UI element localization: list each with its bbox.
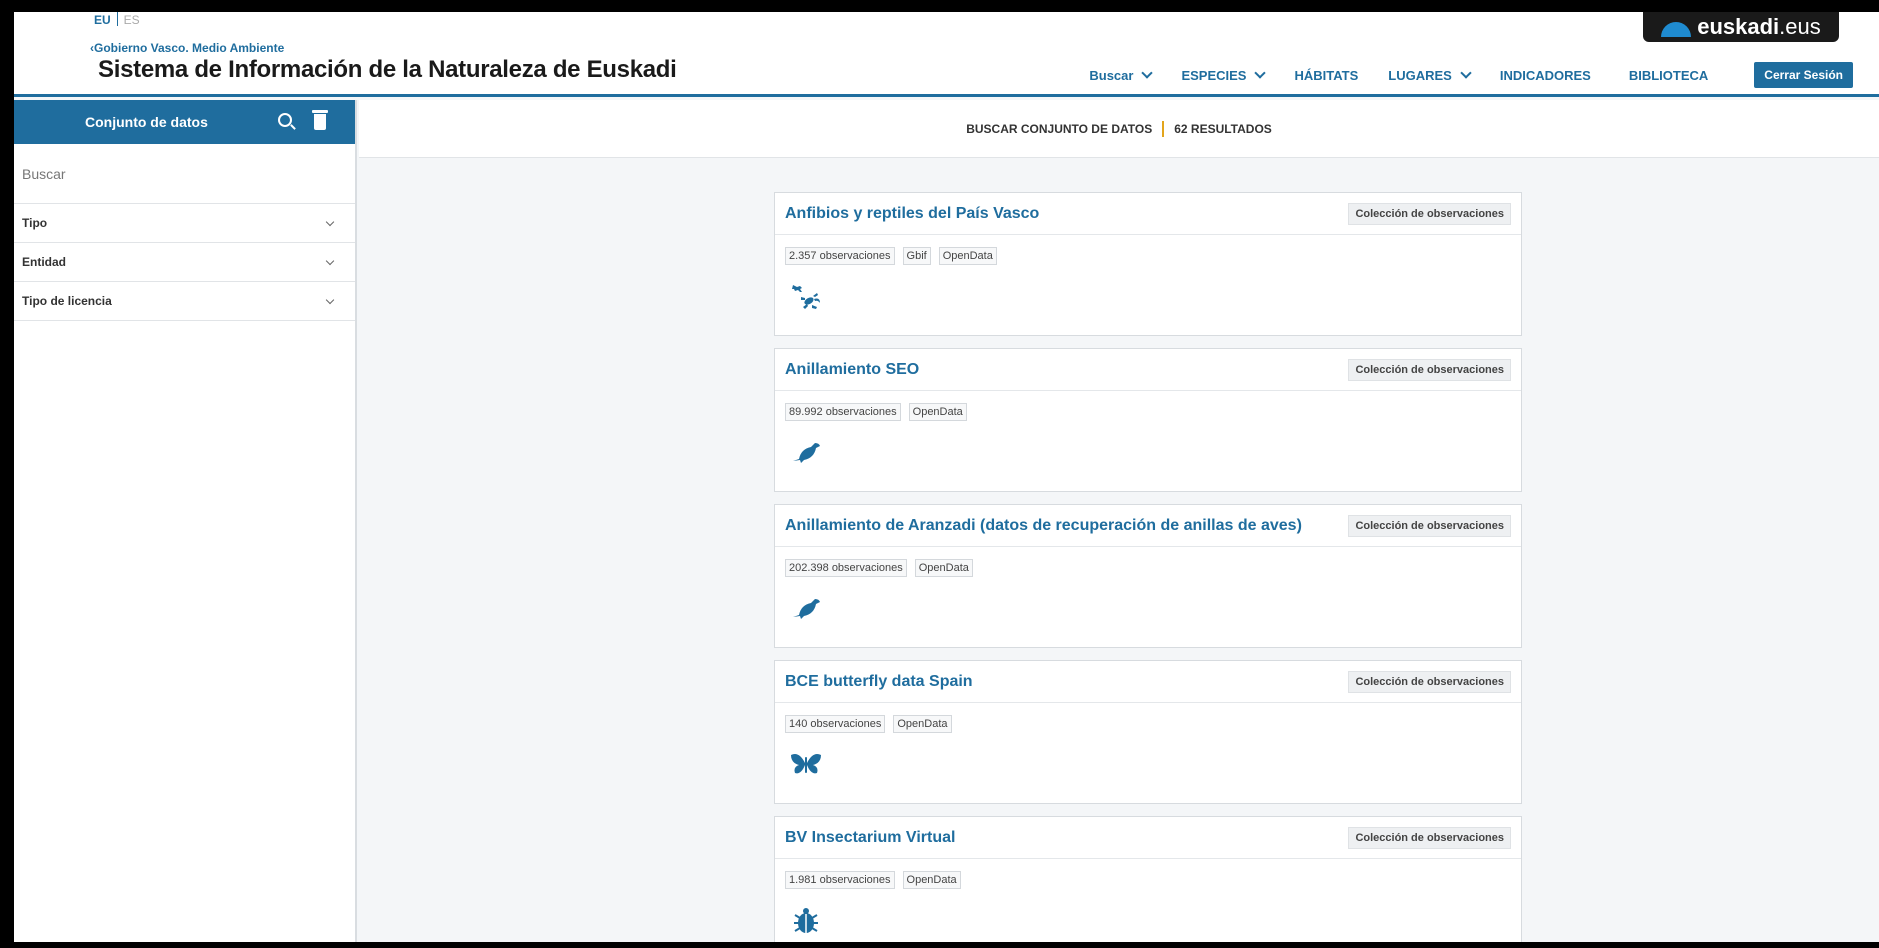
card-header: Anillamiento SEO Colección de observacio… xyxy=(775,349,1521,391)
dataset-card[interactable]: Anfibios y reptiles del País Vasco Colec… xyxy=(774,192,1522,336)
results-label: BUSCAR CONJUNTO DE DATOS xyxy=(966,121,1153,136)
dataset-list: Anfibios y reptiles del País Vasco Colec… xyxy=(774,192,1522,942)
dataset-type-badge: Colección de observaciones xyxy=(1348,358,1511,381)
dataset-card[interactable]: Anillamiento SEO Colección de observacio… xyxy=(774,348,1522,492)
logo-text: euskadi.eus xyxy=(1697,14,1821,39)
filter-tipo[interactable]: Tipo xyxy=(14,204,355,243)
tag-observations: 140 observaciones xyxy=(785,715,886,733)
logo-arc-icon xyxy=(1661,21,1692,37)
dataset-type-badge: Colección de observaciones xyxy=(1348,514,1511,537)
tag-license: OpenData xyxy=(914,559,973,577)
dataset-type-badge: Colección de observaciones xyxy=(1348,670,1511,693)
search-input[interactable] xyxy=(14,144,355,204)
site-title: Sistema de Información de la Naturaleza … xyxy=(98,56,677,83)
tag-license: OpenData xyxy=(908,403,967,421)
nav-biblioteca[interactable]: BIBLIOTECA xyxy=(1629,68,1708,83)
chevron-down-icon xyxy=(325,295,335,304)
card-header: BV Insectarium Virtual Colección de obse… xyxy=(775,817,1521,859)
chevron-down-icon xyxy=(1460,67,1472,79)
filter-sidebar: Conjunto de datos Tipo Entidad Tipo de l… xyxy=(14,100,357,942)
language-switcher: EU ES xyxy=(94,12,140,27)
chevron-down-icon xyxy=(1254,67,1267,79)
filter-label: Tipo xyxy=(22,216,48,230)
dataset-type-badge: Colección de observaciones xyxy=(1348,826,1511,849)
app-frame: EU ES ‹Gobierno Vasco. Medio Ambiente Sis… xyxy=(14,12,1879,942)
nav-habitats[interactable]: HÁBITATS xyxy=(1294,68,1358,83)
dataset-tags: 202.398 observaciones OpenData xyxy=(775,547,1521,577)
card-header: Anillamiento de Aranzadi (datos de recup… xyxy=(775,505,1521,547)
filter-tipo-licencia[interactable]: Tipo de licencia xyxy=(14,282,355,321)
tag-license: OpenData xyxy=(893,715,952,733)
tag-source: Gbif xyxy=(902,247,931,265)
chevron-down-icon xyxy=(325,256,335,265)
euskadi-logo[interactable]: euskadi.eus xyxy=(1643,12,1839,42)
dataset-tags: 89.992 observaciones OpenData xyxy=(775,391,1521,421)
back-link-label: Gobierno Vasco. Medio Ambiente xyxy=(94,41,285,55)
dataset-tags: 140 observaciones OpenData xyxy=(775,703,1521,733)
sidebar-title: Conjunto de datos xyxy=(85,114,208,130)
back-link[interactable]: ‹Gobierno Vasco. Medio Ambiente xyxy=(90,41,284,55)
lang-es-link[interactable]: ES xyxy=(124,13,140,27)
dataset-card[interactable]: BV Insectarium Virtual Colección de obse… xyxy=(774,816,1522,942)
results-summary: BUSCAR CONJUNTO DE DATOS 62 RESULTADOS xyxy=(359,100,1879,158)
filter-label: Entidad xyxy=(22,255,66,269)
search-icon[interactable] xyxy=(278,113,292,127)
trash-icon[interactable] xyxy=(312,110,328,130)
dataset-card[interactable]: Anillamiento de Aranzadi (datos de recup… xyxy=(774,504,1522,648)
bird-icon xyxy=(793,599,820,619)
tag-license: OpenData xyxy=(938,247,997,265)
dataset-title[interactable]: BCE butterfly data Spain xyxy=(785,673,973,691)
sidebar-header: Conjunto de datos xyxy=(14,100,355,144)
chevron-down-icon xyxy=(325,217,335,226)
chevron-down-icon xyxy=(1141,67,1154,79)
frog-lizard-icon xyxy=(792,285,820,309)
bird-icon xyxy=(793,443,820,463)
tag-license: OpenData xyxy=(902,871,961,889)
main-nav: Buscar ESPECIES HÁBITATS LUGARES INDICAD… xyxy=(1089,62,1853,88)
filter-entidad[interactable]: Entidad xyxy=(14,243,355,282)
dataset-title[interactable]: Anfibios y reptiles del País Vasco xyxy=(785,205,1039,223)
card-header: BCE butterfly data Spain Colección de ob… xyxy=(775,661,1521,703)
tag-observations: 1.981 observaciones xyxy=(785,871,895,889)
dataset-title[interactable]: BV Insectarium Virtual xyxy=(785,829,955,847)
lang-divider xyxy=(116,12,118,26)
tag-observations: 89.992 observaciones xyxy=(785,403,901,421)
dataset-card[interactable]: BCE butterfly data Spain Colección de ob… xyxy=(774,660,1522,804)
nav-buscar[interactable]: Buscar xyxy=(1089,67,1154,83)
results-count: 62 RESULTADOS xyxy=(1174,121,1272,136)
logout-button[interactable]: Cerrar Sesión xyxy=(1754,62,1853,88)
nav-indicadores[interactable]: INDICADORES xyxy=(1500,68,1591,83)
results-divider xyxy=(1162,120,1165,137)
card-header: Anfibios y reptiles del País Vasco Colec… xyxy=(775,193,1521,235)
nav-especies[interactable]: ESPECIES xyxy=(1181,67,1267,83)
dataset-title[interactable]: Anillamiento de Aranzadi (datos de recup… xyxy=(785,517,1302,535)
dataset-tags: 2.357 observaciones Gbif OpenData xyxy=(775,235,1521,265)
filter-label: Tipo de licencia xyxy=(22,294,112,308)
nav-lugares[interactable]: LUGARES xyxy=(1388,67,1472,83)
lang-eu-link[interactable]: EU xyxy=(94,13,111,27)
dataset-type-badge: Colección de observaciones xyxy=(1348,202,1511,225)
beetle-icon xyxy=(794,908,818,933)
tag-observations: 202.398 observaciones xyxy=(785,559,907,577)
dataset-title[interactable]: Anillamiento SEO xyxy=(785,361,919,379)
site-header: EU ES ‹Gobierno Vasco. Medio Ambiente Sis… xyxy=(14,12,1879,97)
butterfly-icon xyxy=(791,754,821,774)
dataset-tags: 1.981 observaciones OpenData xyxy=(775,859,1521,889)
tag-observations: 2.357 observaciones xyxy=(785,247,895,265)
